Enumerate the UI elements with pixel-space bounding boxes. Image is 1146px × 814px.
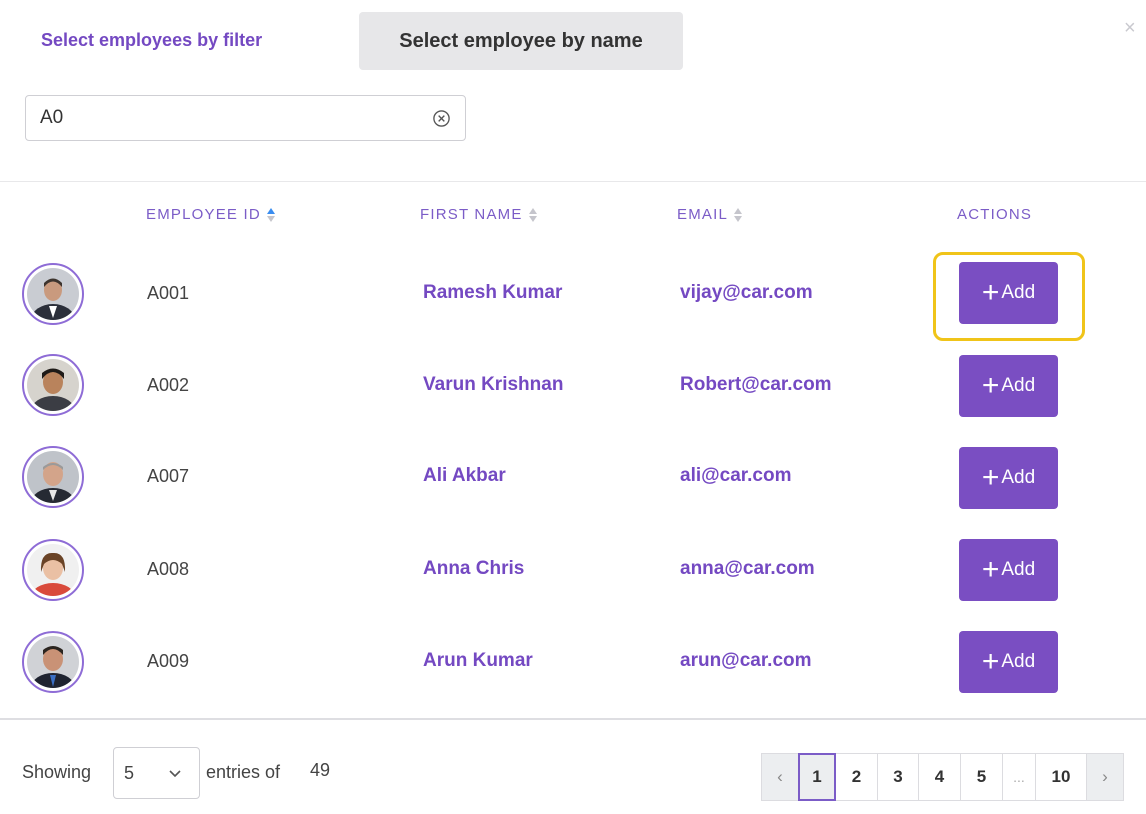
clear-circle-icon[interactable] bbox=[432, 109, 451, 128]
avatar bbox=[22, 539, 84, 601]
header-employee-id-label: EMPLOYEE ID bbox=[146, 206, 261, 223]
divider bbox=[0, 718, 1146, 720]
add-employee-button[interactable]: + Add bbox=[959, 539, 1058, 601]
total-count: 49 bbox=[310, 760, 331, 780]
page-button-2[interactable]: 2 bbox=[835, 753, 878, 801]
page-button-3[interactable]: 3 bbox=[877, 753, 919, 801]
employee-email: Robert@car.com bbox=[680, 374, 832, 395]
tab-select-by-name[interactable]: Select employee by name bbox=[359, 12, 683, 70]
header-employee-id[interactable]: EMPLOYEE ID bbox=[146, 206, 276, 223]
add-employee-button[interactable]: + Add bbox=[959, 355, 1058, 417]
page-button-1[interactable]: 1 bbox=[798, 753, 836, 801]
pagination: ‹ 1 2 3 4 5 ... 10 › bbox=[761, 753, 1124, 801]
plus-icon: + bbox=[981, 369, 1000, 402]
employee-id: A002 bbox=[147, 375, 190, 395]
add-button-label: Add bbox=[1001, 467, 1036, 488]
plus-icon: + bbox=[981, 645, 1000, 678]
table-row: A002 Varun Krishnan Robert@car.com + Add bbox=[0, 339, 1146, 431]
employee-email: vijay@car.com bbox=[680, 282, 813, 303]
plus-icon: + bbox=[981, 553, 1000, 586]
page-button-10[interactable]: 10 bbox=[1035, 753, 1087, 801]
entries-label: entries of bbox=[206, 762, 281, 782]
header-email-label: EMAIL bbox=[677, 206, 729, 223]
employee-id: A001 bbox=[147, 283, 190, 303]
employee-name: Ramesh Kumar bbox=[423, 282, 563, 303]
header-first-name[interactable]: FIRST NAME bbox=[420, 206, 538, 223]
page-size-select[interactable]: 5 bbox=[113, 747, 200, 799]
next-page-button[interactable]: › bbox=[1086, 753, 1124, 801]
header-actions: ACTIONS bbox=[957, 206, 1032, 223]
person-photo-icon bbox=[27, 268, 79, 320]
add-employee-button[interactable]: + Add bbox=[959, 447, 1058, 509]
avatar bbox=[22, 354, 84, 416]
employee-id: A007 bbox=[147, 466, 190, 486]
person-photo-icon bbox=[27, 636, 79, 688]
avatar bbox=[22, 631, 84, 693]
page-button-5[interactable]: 5 bbox=[960, 753, 1003, 801]
plus-icon: + bbox=[981, 461, 1000, 494]
employee-email: arun@car.com bbox=[680, 650, 812, 671]
employee-name: Arun Kumar bbox=[423, 650, 533, 671]
sort-icon[interactable] bbox=[528, 207, 538, 223]
employee-id: A008 bbox=[147, 559, 190, 579]
table-row: A007 Ali Akbar ali@car.com + Add bbox=[0, 431, 1146, 523]
add-button-label: Add bbox=[1001, 559, 1036, 580]
avatar bbox=[22, 446, 84, 508]
showing-label: Showing bbox=[22, 762, 92, 782]
sort-asc-icon[interactable] bbox=[266, 207, 276, 223]
employee-id: A009 bbox=[147, 651, 190, 671]
employee-name: Anna Chris bbox=[423, 558, 525, 579]
chevron-down-icon bbox=[169, 770, 181, 778]
page-button-4[interactable]: 4 bbox=[918, 753, 961, 801]
employee-email: anna@car.com bbox=[680, 558, 815, 579]
search-input[interactable] bbox=[40, 104, 420, 132]
person-photo-icon bbox=[27, 451, 79, 503]
divider bbox=[0, 181, 1146, 182]
add-employee-button[interactable]: + Add bbox=[959, 631, 1058, 693]
table-row: A009 Arun Kumar arun@car.com + Add bbox=[0, 615, 1146, 707]
page-size-value: 5 bbox=[124, 763, 135, 783]
add-button-label: Add bbox=[1001, 375, 1036, 396]
sort-icon[interactable] bbox=[733, 207, 743, 223]
search-field bbox=[25, 95, 466, 141]
focus-highlight bbox=[933, 252, 1085, 341]
employee-name: Ali Akbar bbox=[423, 465, 506, 486]
person-photo-icon bbox=[27, 544, 79, 596]
header-first-name-label: FIRST NAME bbox=[420, 206, 523, 223]
prev-page-button[interactable]: ‹ bbox=[761, 753, 799, 801]
pagination-ellipsis: ... bbox=[1002, 753, 1036, 801]
person-photo-icon bbox=[27, 359, 79, 411]
table-row: A008 Anna Chris anna@car.com + Add bbox=[0, 523, 1146, 615]
employee-name: Varun Krishnan bbox=[423, 374, 564, 395]
avatar bbox=[22, 263, 84, 325]
employee-email: ali@car.com bbox=[680, 465, 792, 486]
close-icon[interactable]: × bbox=[1124, 18, 1136, 38]
tab-select-by-filter[interactable]: Select employees by filter bbox=[41, 30, 262, 51]
add-button-label: Add bbox=[1001, 651, 1036, 672]
header-actions-label: ACTIONS bbox=[957, 206, 1033, 223]
header-email[interactable]: EMAIL bbox=[677, 206, 743, 223]
